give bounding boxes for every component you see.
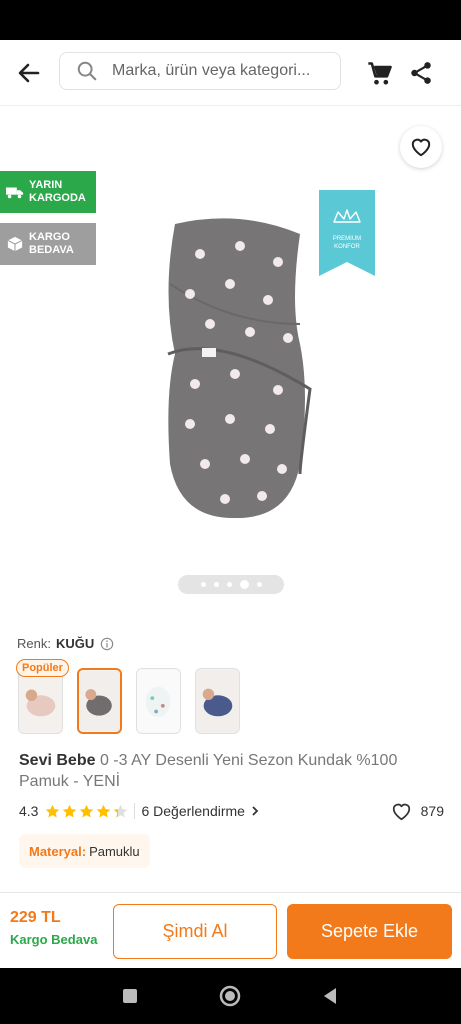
variant-thumbnail-4[interactable] <box>195 668 240 734</box>
star-icon <box>63 804 77 817</box>
reviews-label: 6 Değerlendirme <box>141 803 245 819</box>
info-icon[interactable] <box>100 637 114 651</box>
color-selector-label: Renk: KUĞU <box>17 636 114 651</box>
search-input[interactable]: Marka, ürün veya kategori... <box>59 52 341 90</box>
recents-icon[interactable] <box>118 984 142 1008</box>
variant-thumbnail-2[interactable] <box>77 668 122 734</box>
star-icon <box>80 804 94 817</box>
color-value: KUĞU <box>55 636 95 651</box>
carousel-dot <box>239 580 249 589</box>
color-variant-list <box>18 668 240 734</box>
free-shipping-label: Kargo Bedava <box>10 932 98 947</box>
carousel-indicator[interactable] <box>178 575 284 594</box>
price: 229 TL <box>10 909 61 926</box>
next-day-shipping-badge: YARIN KARGODA <box>0 171 96 213</box>
favorite-count[interactable]: 879 <box>391 802 444 821</box>
star-icon <box>97 804 111 817</box>
premium-comfort-ribbon: PREMIUM KONFOR <box>319 190 375 276</box>
buy-now-button[interactable]: Şimdi Al <box>113 904 277 959</box>
material-tag: Materyal: Pamuklu <box>19 834 150 868</box>
carousel-dot <box>200 582 206 587</box>
status-bar <box>0 0 461 40</box>
free-shipping-badge: KARGO BEDAVA <box>0 223 96 265</box>
back-arrow-icon <box>18 63 40 83</box>
badge-text: KARGO BEDAVA <box>29 231 74 256</box>
color-label: Renk: <box>17 636 51 651</box>
system-navigation-bar <box>0 968 461 1024</box>
divider <box>134 803 136 819</box>
search-placeholder: Marka, ürün veya kategori... <box>112 62 311 79</box>
purchase-bar: 229 TL Kargo Bedava Şimdi Al Sepete Ekle <box>0 892 461 968</box>
variant-image <box>196 669 239 733</box>
share-button[interactable] <box>408 60 436 88</box>
cart-icon <box>368 62 392 85</box>
truck-icon <box>6 187 24 199</box>
favorite-button[interactable] <box>400 126 442 168</box>
rating-row: 4.3 6 Değerlendirme 879 <box>19 800 444 822</box>
carousel-dot <box>256 582 262 587</box>
variant-image <box>137 669 180 733</box>
top-app-bar: Marka, ürün veya kategori... <box>0 40 461 106</box>
product-image-gallery[interactable]: YARIN KARGODA KARGO BEDAVA PREMIUM KONFOR <box>0 106 461 606</box>
back-nav-icon[interactable] <box>318 984 342 1008</box>
premium-line2: KONFOR <box>334 244 360 250</box>
box-icon <box>7 236 23 252</box>
variant-image <box>19 669 62 733</box>
rating-stars <box>45 804 128 819</box>
likes-count: 879 <box>420 803 444 819</box>
carousel-dot <box>226 582 232 587</box>
variant-image <box>79 670 120 732</box>
badge-text: YARIN KARGODA <box>29 179 86 204</box>
heart-outline-icon <box>392 803 410 820</box>
product-title: Sevi Bebe 0 -3 AY Desenli Yeni Sezon Kun… <box>19 750 439 792</box>
chevron-right-icon <box>252 806 259 816</box>
variant-thumbnail-1[interactable] <box>18 668 63 734</box>
star-icon <box>114 804 128 817</box>
popular-badge: Popüler <box>16 659 69 677</box>
product-brand[interactable]: Sevi Bebe <box>19 752 95 769</box>
material-key: Materyal: <box>29 843 87 859</box>
star-icon <box>46 804 60 817</box>
product-image <box>167 218 312 519</box>
add-to-cart-button[interactable]: Sepete Ekle <box>287 904 452 959</box>
cart-button[interactable] <box>366 60 394 88</box>
search-icon <box>77 61 97 81</box>
variant-thumbnail-3[interactable] <box>136 668 181 734</box>
home-icon[interactable] <box>218 984 242 1008</box>
back-button[interactable] <box>14 58 44 88</box>
premium-line1: PREMIUM <box>333 236 361 242</box>
reviews-link[interactable]: 6 Değerlendirme <box>141 803 261 819</box>
share-icon <box>411 62 431 84</box>
carousel-dot <box>213 582 219 587</box>
rating-value: 4.3 <box>19 803 39 819</box>
material-value: Pamuklu <box>89 843 140 859</box>
heart-icon <box>411 138 431 157</box>
